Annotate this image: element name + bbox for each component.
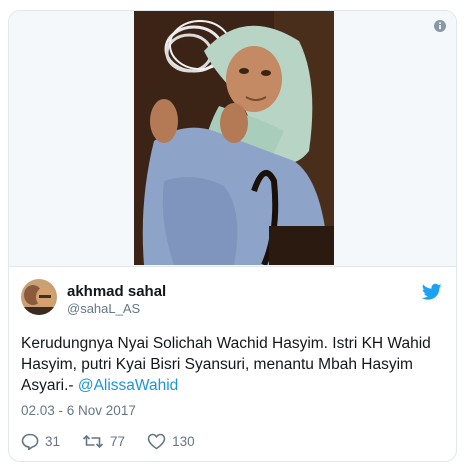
reply-icon bbox=[21, 433, 39, 450]
like-button[interactable]: 130 bbox=[147, 433, 195, 450]
like-count: 130 bbox=[172, 433, 195, 449]
tweet-card[interactable]: akhmad sahal @sahaL_AS Kerudungnya Nyai … bbox=[8, 10, 457, 462]
tweet-timestamp[interactable]: 02.03 - 6 Nov 2017 bbox=[21, 403, 136, 418]
tweet-author[interactable]: akhmad sahal @sahaL_AS bbox=[21, 279, 446, 319]
reply-count: 31 bbox=[45, 433, 61, 449]
author-handle[interactable]: @sahaL_AS bbox=[67, 301, 140, 316]
tweet-text: Kerudungnya Nyai Solichah Wachid Hasyim.… bbox=[21, 333, 446, 396]
author-name[interactable]: akhmad sahal bbox=[67, 283, 166, 300]
reply-button[interactable]: 31 bbox=[21, 433, 60, 450]
twitter-bird-icon[interactable] bbox=[422, 283, 442, 301]
heart-icon bbox=[147, 433, 166, 449]
avatar[interactable] bbox=[21, 279, 57, 315]
retweet-button[interactable]: 77 bbox=[82, 433, 125, 450]
tweet-photo[interactable] bbox=[134, 11, 334, 265]
retweet-icon bbox=[82, 434, 104, 448]
mention-link[interactable]: @AlissaWahid bbox=[78, 377, 178, 394]
info-icon[interactable] bbox=[434, 20, 446, 32]
tweet-media[interactable] bbox=[9, 11, 456, 267]
retweet-count: 77 bbox=[110, 433, 126, 449]
tweet-actions: 31 77 130 bbox=[21, 431, 217, 451]
